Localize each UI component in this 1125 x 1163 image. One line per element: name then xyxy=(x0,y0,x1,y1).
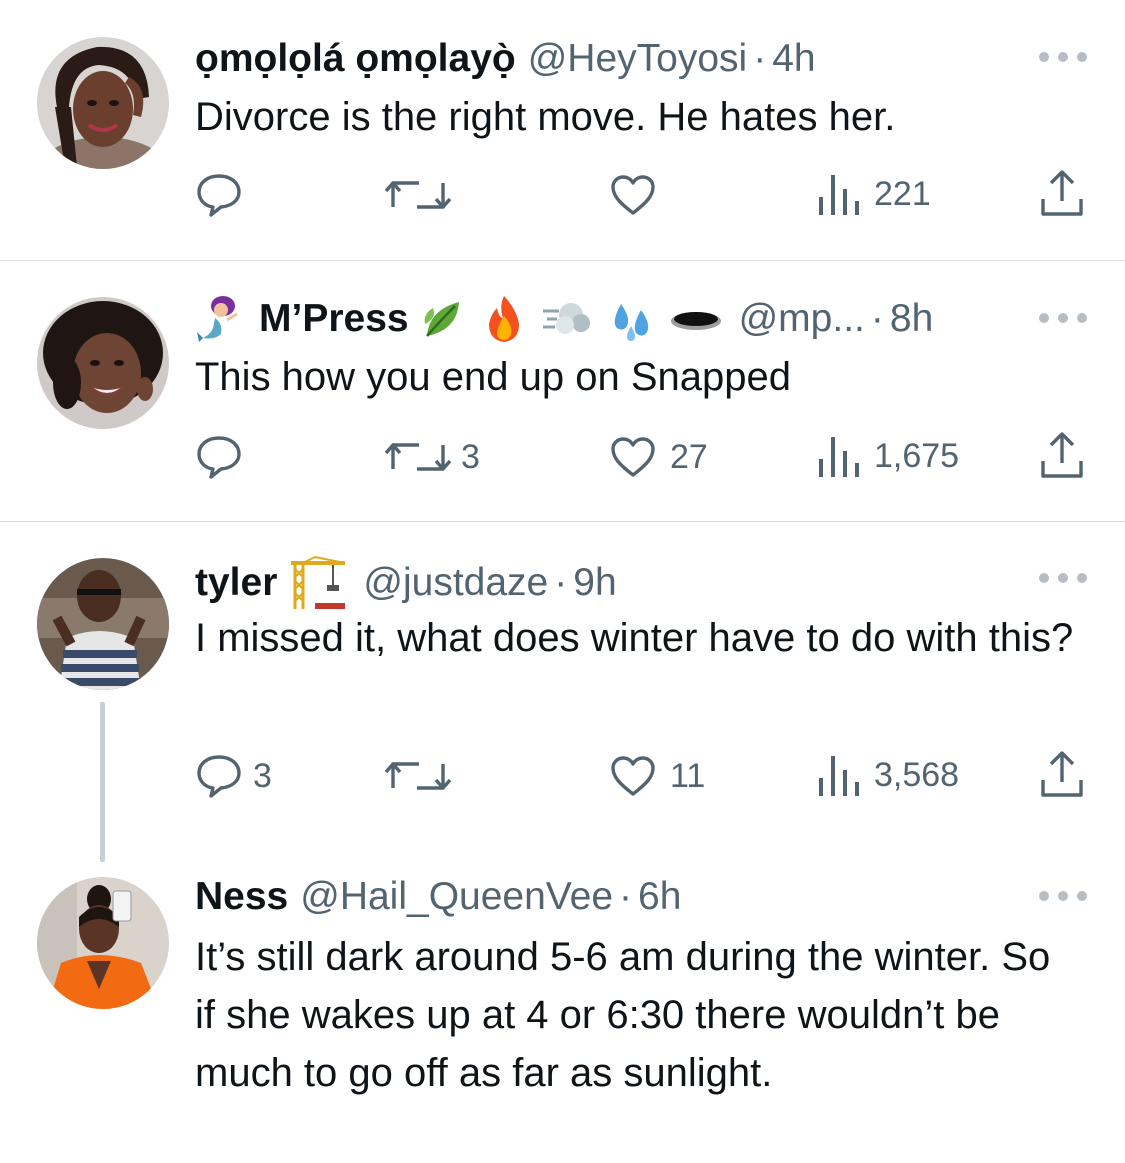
user-handle[interactable]: @Hail_QueenVee xyxy=(300,874,613,920)
speech-bubble-icon xyxy=(197,436,241,479)
more-options-icon[interactable] xyxy=(1039,889,1087,903)
action-bar: 3 11 3,568 xyxy=(0,750,1125,800)
hole-emoji xyxy=(669,304,723,334)
dash-emoji xyxy=(541,297,591,341)
bar-chart-icon xyxy=(819,175,859,215)
action-bar: 221 xyxy=(0,169,1125,219)
timestamp[interactable]: 4h xyxy=(772,36,815,82)
share-upload-icon xyxy=(1041,751,1083,797)
timestamp[interactable]: 8h xyxy=(890,296,933,342)
avatar-hail-queenvee[interactable] xyxy=(37,877,169,1009)
display-name[interactable]: Ness xyxy=(195,874,288,920)
tweet-text: Divorce is the right move. He hates her. xyxy=(195,95,896,139)
display-name[interactable]: M’Press xyxy=(259,296,409,342)
views-count: 1,675 xyxy=(874,436,960,475)
like-button[interactable] xyxy=(610,174,656,216)
user-handle[interactable]: @HeyToyosi xyxy=(528,36,748,82)
share-button[interactable] xyxy=(1040,750,1084,798)
reply-button[interactable] xyxy=(195,171,243,219)
dot-separator: · xyxy=(619,875,633,918)
retweet-arrows-icon xyxy=(385,443,451,471)
bar-chart-icon xyxy=(819,437,859,477)
dot-separator: · xyxy=(554,561,568,604)
display-name[interactable]: tyler xyxy=(195,560,277,606)
dot-separator: · xyxy=(870,297,884,340)
building-construction-emoji xyxy=(289,555,347,611)
action-bar: 3 27 1,675 xyxy=(0,431,1125,481)
timestamp[interactable]: 9h xyxy=(573,560,616,606)
retweet-arrows-icon xyxy=(385,181,451,209)
dot-separator: · xyxy=(753,37,767,80)
user-handle[interactable]: @justdaze xyxy=(363,560,548,606)
tweet-text: I missed it, what does winter have to do… xyxy=(195,616,1074,660)
tweet-1[interactable]: ọmọlọlá ọmọlayọ̀ @HeyToyosi · 4h Divorce… xyxy=(0,0,1125,260)
fire-emoji xyxy=(483,294,525,344)
bar-chart-icon xyxy=(819,756,859,796)
avatar-justdaze[interactable] xyxy=(37,558,169,690)
more-options-icon[interactable] xyxy=(1039,50,1087,64)
user-handle[interactable]: @mp... xyxy=(739,296,865,342)
tweet-3[interactable]: tyler @justdaze · 9h I missed it, what d… xyxy=(0,522,1125,862)
like-count: 27 xyxy=(670,437,708,476)
like-button[interactable]: 27 xyxy=(610,436,708,478)
heart-icon xyxy=(611,175,655,215)
retweet-button[interactable] xyxy=(385,754,451,798)
like-button[interactable]: 11 xyxy=(610,755,705,797)
share-upload-icon xyxy=(1041,432,1083,478)
speech-bubble-icon xyxy=(197,755,241,798)
tweet-2[interactable]: M’Press @mp... · 8h This how you end up … xyxy=(0,261,1125,521)
retweet-count: 3 xyxy=(461,437,480,476)
speech-bubble-icon xyxy=(197,174,241,217)
herb-emoji xyxy=(421,296,467,342)
sweat-droplets-emoji xyxy=(607,296,653,342)
more-options-icon[interactable] xyxy=(1039,311,1087,325)
avatar-heytoyosi[interactable] xyxy=(37,37,169,169)
display-name[interactable]: ọmọlọlá ọmọlayọ̀ xyxy=(195,36,516,82)
more-options-icon[interactable] xyxy=(1039,571,1087,585)
tweet-text: This how you end up on Snapped xyxy=(195,355,791,399)
tweet-4[interactable]: Ness @Hail_QueenVee · 6h It’s still dark… xyxy=(0,842,1125,1163)
heart-icon xyxy=(611,756,655,796)
share-button[interactable] xyxy=(1040,169,1084,217)
reply-count: 3 xyxy=(253,756,272,795)
share-upload-icon xyxy=(1041,170,1083,216)
views-button[interactable]: 221 xyxy=(818,171,931,217)
views-button[interactable]: 1,675 xyxy=(818,433,959,479)
mermaid-emoji xyxy=(195,294,245,344)
heart-icon xyxy=(611,437,655,477)
views-count: 3,568 xyxy=(874,755,960,794)
like-count: 11 xyxy=(670,756,706,795)
views-count: 221 xyxy=(874,174,931,213)
share-button[interactable] xyxy=(1040,431,1084,479)
avatar-mpress[interactable] xyxy=(37,297,169,429)
timestamp[interactable]: 6h xyxy=(638,874,681,920)
retweet-button[interactable]: 3 xyxy=(385,435,480,479)
views-button[interactable]: 3,568 xyxy=(818,752,959,798)
retweet-arrows-icon xyxy=(385,762,451,790)
tweet-text: It’s still dark around 5-6 am during the… xyxy=(195,935,1051,1095)
reply-button[interactable]: 3 xyxy=(195,752,272,800)
reply-button[interactable] xyxy=(195,433,243,481)
retweet-button[interactable] xyxy=(385,173,451,217)
